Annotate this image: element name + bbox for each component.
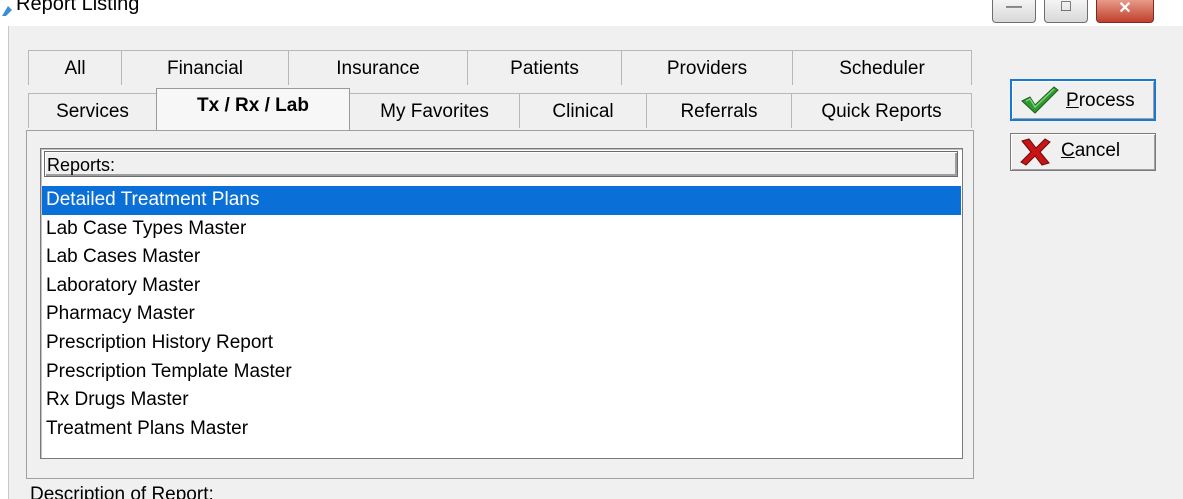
reports-list-items: Detailed Treatment Plans Lab Case Types …	[42, 186, 961, 443]
tab-all[interactable]: All	[28, 50, 122, 85]
tab-clinical[interactable]: Clinical	[519, 93, 647, 128]
close-icon: ✕	[1118, 0, 1132, 17]
list-item-detailed-treatment-plans[interactable]: Detailed Treatment Plans	[42, 186, 961, 215]
tab-patients[interactable]: Patients	[467, 50, 622, 85]
list-item-lab-case-types-master[interactable]: Lab Case Types Master	[42, 215, 961, 244]
tab-insurance[interactable]: Insurance	[288, 50, 468, 85]
list-item-prescription-history-report[interactable]: Prescription History Report	[42, 329, 961, 358]
app-icon	[2, 6, 12, 16]
title-bar: Report Listing — □ ✕	[0, 0, 1183, 26]
maximize-button[interactable]: □	[1044, 0, 1088, 23]
tab-tx-rx-lab[interactable]: Tx / Rx / Lab	[156, 88, 350, 130]
minimize-icon: —	[1006, 0, 1022, 15]
check-icon	[1021, 86, 1059, 114]
tab-my-favorites[interactable]: My Favorites	[349, 93, 520, 128]
maximize-icon: □	[1061, 0, 1071, 15]
cancel-button[interactable]: Cancel	[1010, 133, 1156, 171]
tab-providers[interactable]: Providers	[621, 50, 793, 85]
list-item-rx-drugs-master[interactable]: Rx Drugs Master	[42, 386, 961, 415]
tab-quick-reports[interactable]: Quick Reports	[791, 93, 972, 128]
list-item-lab-cases-master[interactable]: Lab Cases Master	[42, 243, 961, 272]
process-button-label: Process	[1066, 90, 1135, 111]
reports-list[interactable]: Reports: Detailed Treatment Plans Lab Ca…	[40, 148, 963, 459]
cancel-button-label: Cancel	[1061, 140, 1121, 161]
tab-scheduler[interactable]: Scheduler	[792, 50, 972, 85]
description-label: Description of Report:	[30, 484, 214, 499]
list-item-laboratory-master[interactable]: Laboratory Master	[42, 272, 961, 301]
close-button[interactable]: ✕	[1096, 0, 1154, 23]
tab-services[interactable]: Services	[28, 93, 157, 128]
list-item-treatment-plans-master[interactable]: Treatment Plans Master	[42, 415, 961, 444]
x-icon	[1020, 138, 1051, 166]
window-title: Report Listing	[16, 0, 140, 15]
reports-list-header: Reports:	[44, 151, 958, 177]
tab-referrals[interactable]: Referrals	[646, 93, 792, 128]
process-button[interactable]: Process	[1010, 79, 1156, 121]
list-item-prescription-template-master[interactable]: Prescription Template Master	[42, 358, 961, 387]
tab-financial[interactable]: Financial	[121, 50, 289, 85]
report-listing-window: Report Listing — □ ✕ All Financial Insur…	[0, 0, 1183, 499]
list-item-pharmacy-master[interactable]: Pharmacy Master	[42, 300, 961, 329]
minimize-button[interactable]: —	[992, 0, 1036, 23]
